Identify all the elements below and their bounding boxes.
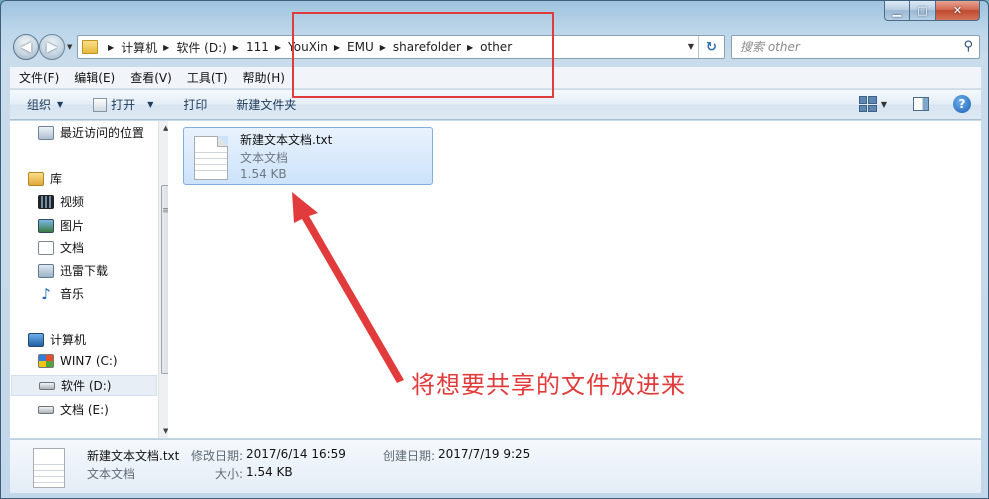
recent-places-icon <box>38 125 54 140</box>
close-icon: ✕ <box>952 4 963 17</box>
text-file-icon <box>194 136 228 180</box>
nav-drive-d-label: 软件 (D:) <box>61 379 112 393</box>
annotation-text: 将想要共享的文件放进来 <box>411 371 686 399</box>
windows-drive-icon <box>38 354 54 368</box>
new-folder-button[interactable]: 新建文件夹 <box>236 96 296 113</box>
folder-icon <box>82 40 98 54</box>
details-modified-value: 2017/6/14 16:59 <box>246 447 346 461</box>
maximize-button[interactable]: □ <box>910 1 936 21</box>
nav-documents-label: 文档 <box>60 241 85 255</box>
details-pane: 新建文本文档.txt 文本文档 修改日期: 2017/6/14 16:59 创建… <box>10 439 981 493</box>
refresh-icon: ↻ <box>706 39 717 55</box>
breadcrumb-111[interactable]: 111 <box>246 40 269 54</box>
music-icon: ♪ <box>41 284 51 303</box>
nav-pictures[interactable]: 图片 <box>38 217 84 234</box>
chevron-right-icon[interactable]: ▶ <box>233 43 239 52</box>
nav-recent-places[interactable]: 最近访问的位置 <box>38 124 144 141</box>
breadcrumb-drive-d[interactable]: 软件 (D:) <box>176 39 226 56</box>
window-controls: ▁ □ ✕ <box>884 1 980 21</box>
view-options-icon[interactable] <box>858 96 877 112</box>
annotation-highlight-box <box>292 12 554 98</box>
open-button[interactable]: 打开 ▼ <box>93 96 153 113</box>
nav-drive-e-label: 文档 (E:) <box>60 403 109 417</box>
nav-computer[interactable]: 计算机 <box>28 331 86 348</box>
minimize-icon: ▁ <box>892 4 902 17</box>
menu-edit[interactable]: 编辑(E) <box>65 69 121 86</box>
search-box: ⚲ <box>731 35 980 59</box>
nav-music-label: 音乐 <box>60 287 85 301</box>
chevron-right-icon[interactable]: ▶ <box>163 43 169 52</box>
help-icon[interactable]: ? <box>953 95 971 113</box>
file-type: 文本文档 <box>240 151 289 165</box>
chevron-down-icon[interactable]: ▼ <box>881 100 887 109</box>
open-label: 打开 <box>111 98 136 112</box>
nav-drive-e[interactable]: 文档 (E:) <box>38 401 109 418</box>
minimize-button[interactable]: ▁ <box>884 1 910 21</box>
arrow-left-icon: ◀ <box>20 39 32 55</box>
preview-pane-icon[interactable] <box>913 97 929 111</box>
file-name: 新建文本文档.txt <box>240 133 333 147</box>
details-modified-label: 修改日期: <box>191 449 244 463</box>
menu-view[interactable]: 查看(V) <box>121 69 178 86</box>
details-file-type: 文本文档 <box>87 467 136 481</box>
nav-recent-label: 最近访问的位置 <box>60 126 145 140</box>
download-icon <box>38 263 54 278</box>
nav-drive-c[interactable]: WIN7 (C:) <box>38 354 118 368</box>
nav-libraries-label: 库 <box>50 172 63 186</box>
navigation-pane: 最近访问的位置 库 视频 图片 文档 迅雷下载 ♪ 音乐 计算机 WIN7 (C… <box>10 121 175 438</box>
nav-drive-d[interactable]: 软件 (D:) <box>11 375 157 396</box>
search-input[interactable] <box>740 40 950 54</box>
nav-downloads-label: 迅雷下载 <box>60 264 109 278</box>
details-file-name: 新建文本文档.txt <box>87 449 180 463</box>
text-file-icon <box>33 448 65 488</box>
close-button[interactable]: ✕ <box>936 1 980 21</box>
nav-music[interactable]: ♪ 音乐 <box>38 284 85 303</box>
organize-button[interactable]: 组织 ▼ <box>27 96 63 113</box>
nav-videos-label: 视频 <box>60 195 85 209</box>
computer-icon <box>28 332 44 347</box>
forward-button[interactable]: ▶ <box>39 34 65 60</box>
maximize-icon: □ <box>917 4 928 17</box>
nav-drive-c-label: WIN7 (C:) <box>60 354 118 368</box>
open-icon <box>93 97 108 112</box>
details-created-label: 创建日期: <box>383 449 436 463</box>
view-controls: ▼ ? <box>858 95 971 113</box>
arrow-right-icon: ▶ <box>46 39 58 55</box>
file-size: 1.54 KB <box>240 167 287 181</box>
back-button[interactable]: ◀ <box>13 34 39 60</box>
address-dropdown-icon[interactable]: ▼ <box>688 42 694 51</box>
organize-label: 组织 <box>27 98 52 112</box>
recent-pages-dropdown[interactable]: ▼ <box>67 43 72 51</box>
drive-icon <box>38 405 54 414</box>
nav-downloads[interactable]: 迅雷下载 <box>38 262 108 279</box>
nav-libraries[interactable]: 库 <box>28 170 62 187</box>
chevron-down-icon: ▼ <box>57 100 64 109</box>
chevron-down-icon: ▼ <box>147 100 154 109</box>
details-created-value: 2017/7/19 9:25 <box>438 447 531 461</box>
file-item[interactable]: 新建文本文档.txt 文本文档 1.54 KB <box>183 127 433 185</box>
breadcrumb-computer[interactable]: 计算机 <box>121 39 157 56</box>
chevron-right-icon[interactable]: ▶ <box>108 43 114 52</box>
nav-videos[interactable]: 视频 <box>38 193 84 210</box>
menu-tools[interactable]: 工具(T) <box>178 69 234 86</box>
search-icon[interactable]: ⚲ <box>963 39 973 54</box>
nav-computer-label: 计算机 <box>50 333 87 347</box>
document-icon <box>38 240 54 255</box>
picture-icon <box>38 218 54 233</box>
video-icon <box>38 194 54 209</box>
library-icon <box>28 171 44 186</box>
print-label: 打印 <box>183 98 208 112</box>
menu-file[interactable]: 文件(F) <box>10 69 65 86</box>
menu-help[interactable]: 帮助(H) <box>234 69 291 86</box>
nav-pictures-label: 图片 <box>60 219 85 233</box>
drive-icon <box>39 381 55 390</box>
details-size-label: 大小: <box>215 467 244 481</box>
refresh-button[interactable]: ↻ <box>698 36 724 58</box>
nav-documents[interactable]: 文档 <box>38 239 84 256</box>
print-button[interactable]: 打印 <box>183 96 207 113</box>
details-size-value: 1.54 KB <box>246 465 293 479</box>
new-folder-label: 新建文件夹 <box>236 98 297 112</box>
chevron-right-icon[interactable]: ▶ <box>275 43 281 52</box>
